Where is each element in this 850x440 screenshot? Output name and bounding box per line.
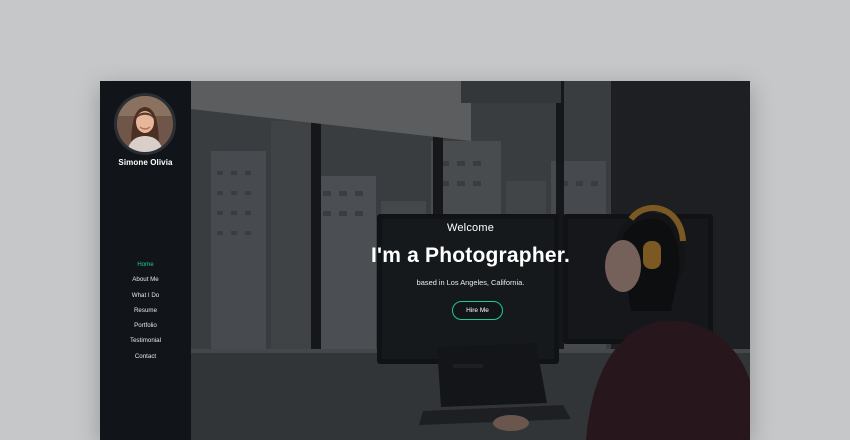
sidebar: Simone Olivia Home About Me What I Do Re… xyxy=(100,81,191,440)
avatar[interactable] xyxy=(114,93,176,155)
sidebar-nav: Home About Me What I Do Resume Portfolio… xyxy=(100,257,191,364)
nav-item-testimonial[interactable]: Testimonial xyxy=(100,333,191,348)
hire-me-button[interactable]: Hire Me xyxy=(452,301,503,320)
nav-item-resume[interactable]: Resume xyxy=(100,303,191,318)
hero-subtext: based in Los Angeles, California. xyxy=(416,278,525,287)
hero-section: Welcome I'm a Photographer. based in Los… xyxy=(191,81,750,440)
nav-item-contact[interactable]: Contact xyxy=(100,349,191,364)
nav-item-home[interactable]: Home xyxy=(100,257,191,272)
nav-item-what-i-do[interactable]: What I Do xyxy=(100,288,191,303)
hero-welcome-text: Welcome xyxy=(446,222,495,234)
browser-frame: Simone Olivia Home About Me What I Do Re… xyxy=(100,81,750,440)
nav-item-portfolio[interactable]: Portfolio xyxy=(100,318,191,333)
hero-headline: I'm a Photographer. xyxy=(371,244,570,267)
nav-item-about-me[interactable]: About Me xyxy=(100,272,191,287)
avatar-photo xyxy=(117,96,173,152)
profile-name: Simone Olivia xyxy=(118,158,173,167)
